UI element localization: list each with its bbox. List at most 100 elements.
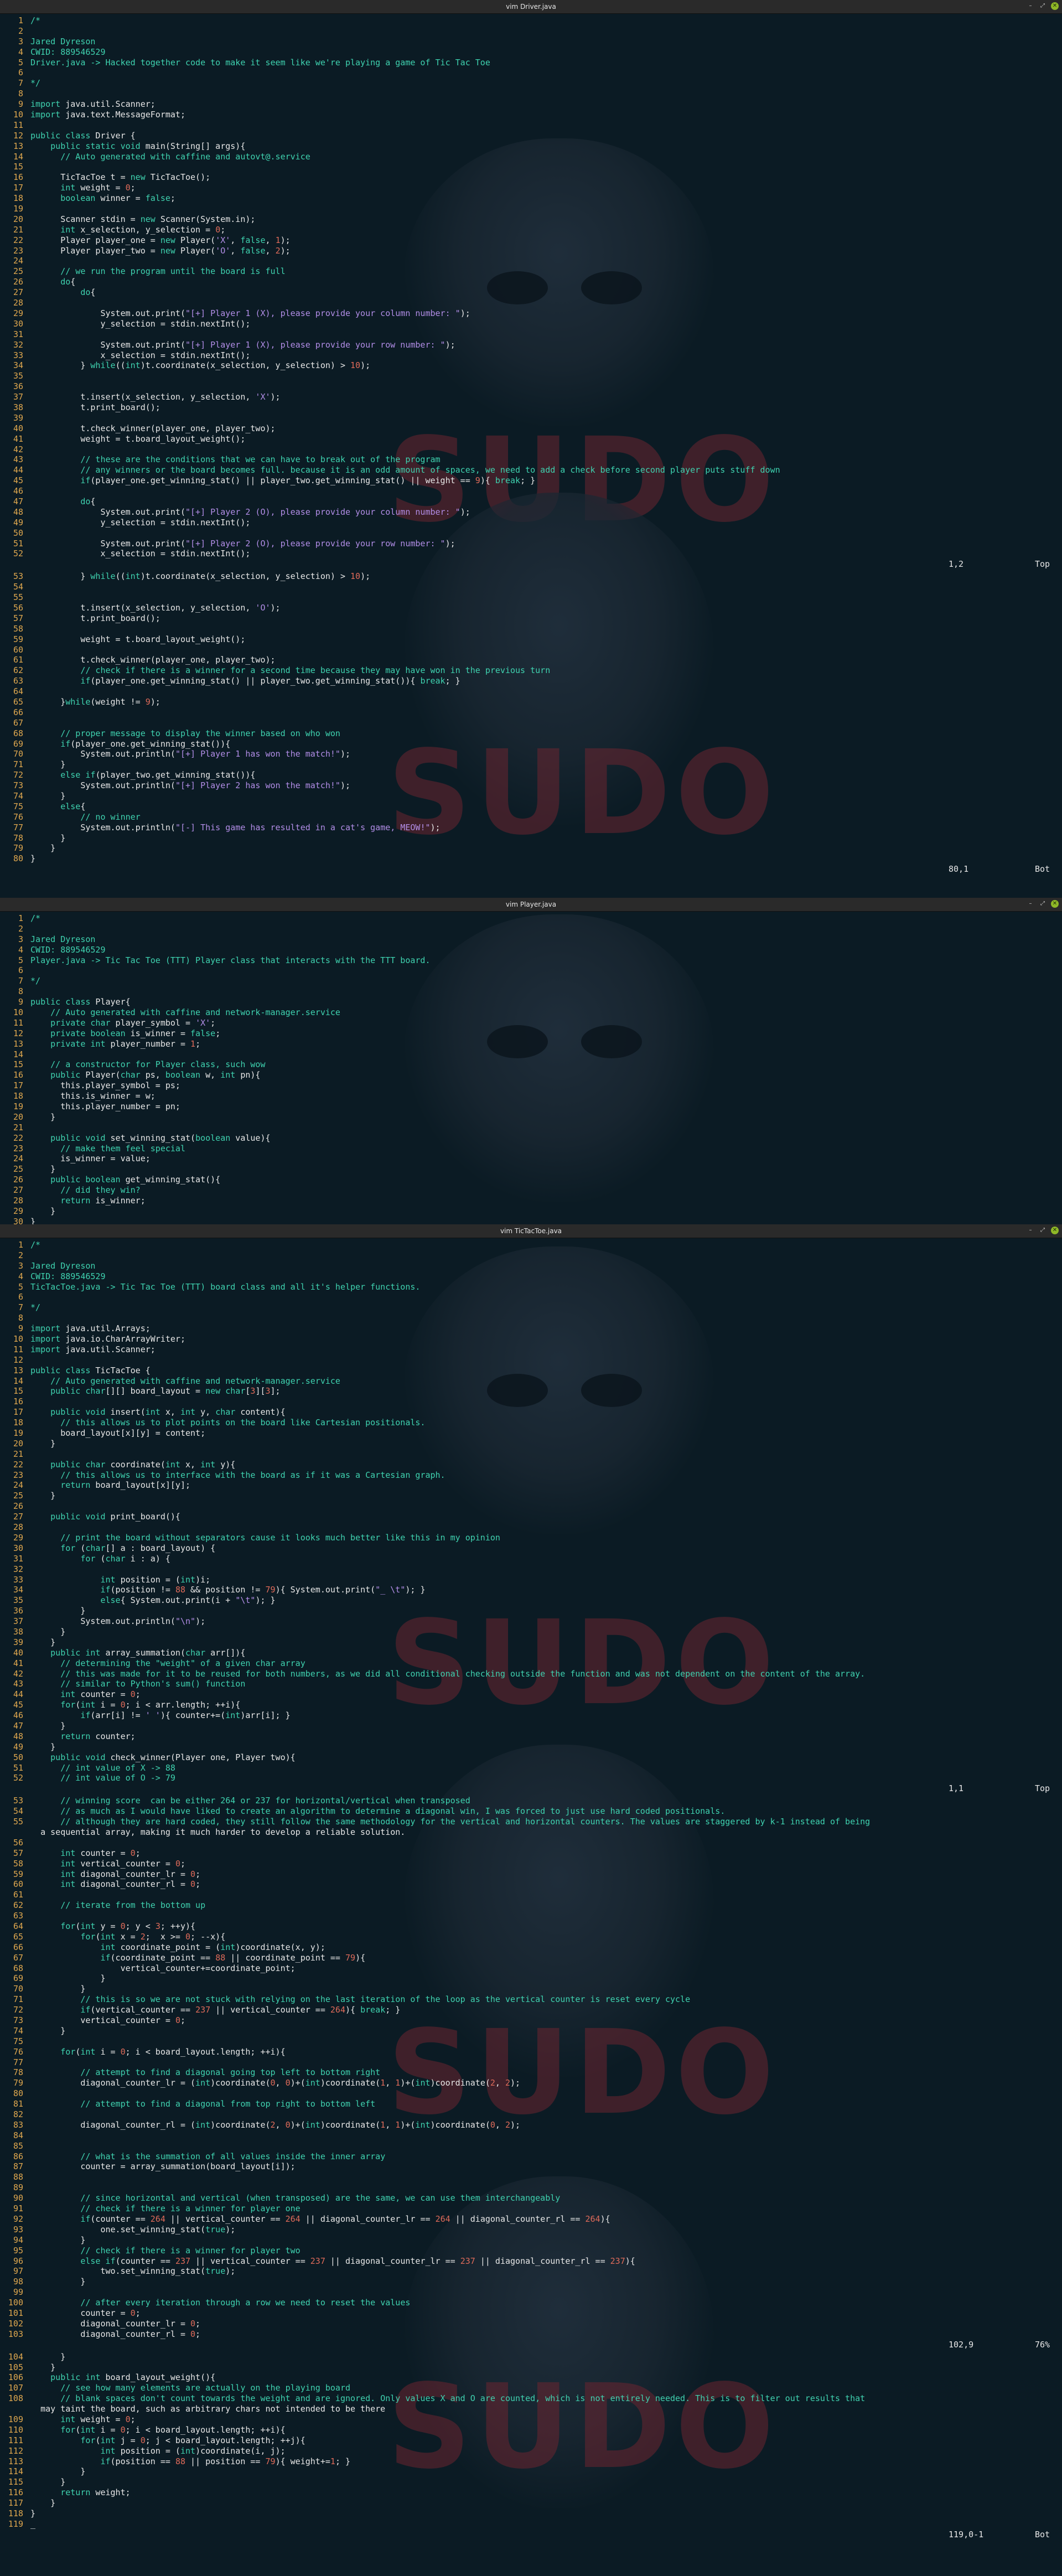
code-line[interactable]: 89 (0, 2182, 1062, 2193)
code-line[interactable]: 42 // this was made for it to be reused … (0, 1669, 1062, 1679)
code-line[interactable]: 55 // although they are hard coded, they… (0, 1817, 1062, 1827)
code-line[interactable]: 14 (0, 1049, 1062, 1060)
code-line[interactable]: 12 private boolean is_winner = false; (0, 1028, 1062, 1039)
code-line[interactable]: 37 t.insert(x_selection, y_selection, 'X… (0, 392, 1062, 402)
code-line[interactable]: 111 for(int j = 0; j < board_layout.leng… (0, 2435, 1062, 2446)
code-line[interactable]: 8 (0, 1313, 1062, 1323)
code-line[interactable]: 27 // did they win? (0, 1185, 1062, 1196)
code-line[interactable]: 36 (0, 381, 1062, 392)
code-line[interactable]: 20 } (0, 1439, 1062, 1449)
code-line[interactable]: 27 public void print_board(){ (0, 1512, 1062, 1522)
minimize-icon[interactable]: – (1027, 900, 1034, 908)
code-line[interactable]: 26 do{ (0, 277, 1062, 287)
code-line[interactable]: 50 public void check_winner(Player one, … (0, 1752, 1062, 1763)
code-line[interactable]: 70 System.out.println("[+] Player 1 has … (0, 749, 1062, 759)
code-line[interactable]: 30 y_selection = stdin.nextInt(); (0, 319, 1062, 329)
code-line[interactable]: 66 (0, 707, 1062, 718)
code-line[interactable]: 13 public class TicTacToe { (0, 1365, 1062, 1376)
code-line[interactable]: 25 } (0, 1164, 1062, 1175)
code-line[interactable]: 19 this.player_number = pn; (0, 1101, 1062, 1112)
minimize-icon[interactable]: – (1027, 1227, 1034, 1234)
code-line[interactable]: 54 // as much as I would have liked to c… (0, 1806, 1062, 1817)
code-line[interactable]: 99 (0, 2287, 1062, 2298)
code-line[interactable]: 14 // Auto generated with caffine and au… (0, 152, 1062, 162)
code-line[interactable]: 1 /* (0, 913, 1062, 924)
code-line[interactable]: 88 (0, 2172, 1062, 2182)
code-line[interactable]: 8 (0, 986, 1062, 997)
code-line[interactable]: 91 // check if there is a winner for pla… (0, 2203, 1062, 2214)
code-line[interactable]: 12 public class Driver { (0, 131, 1062, 141)
code-line[interactable]: 18 // this allows us to plot points on t… (0, 1418, 1062, 1428)
code-line[interactable]: 106 public int board_layout_weight(){ (0, 2372, 1062, 2383)
code-line[interactable]: 53 } while((int)t.coordinate(x_selection… (0, 571, 1062, 582)
code-line[interactable]: 27 do{ (0, 287, 1062, 298)
code-line[interactable]: 62 // check if there is a winner for a s… (0, 665, 1062, 676)
code-line[interactable]: 19 board_layout[x][y] = content; (0, 1428, 1062, 1439)
editor-pane[interactable]: 53 } while((int)t.coordinate(x_selection… (0, 570, 1062, 864)
code-line[interactable]: 49 y_selection = stdin.nextInt(); (0, 518, 1062, 528)
code-line[interactable]: 2 (0, 26, 1062, 37)
code-line[interactable]: 48 System.out.print("[+] Player 2 (O), p… (0, 507, 1062, 518)
code-line[interactable]: 116 return weight; (0, 2487, 1062, 2498)
code-line[interactable]: 3 Jared Dyreson (0, 37, 1062, 47)
code-line[interactable]: 44 // any winners or the board becomes f… (0, 465, 1062, 475)
code-line[interactable]: 58 int vertical_counter = 0; (0, 1859, 1062, 1869)
code-line[interactable]: 22 Player player_one = new Player('X', f… (0, 235, 1062, 246)
code-line[interactable]: 55 (0, 592, 1062, 603)
code-line[interactable]: 44 int counter = 0; (0, 1689, 1062, 1700)
code-line[interactable]: 82 (0, 2109, 1062, 2120)
code-line[interactable]: 41 // determining the "weight" of a give… (0, 1658, 1062, 1669)
code-line[interactable]: 26 (0, 1501, 1062, 1512)
code-line[interactable]: 66 int coordinate_point = (int)coordinat… (0, 1942, 1062, 1953)
code-line[interactable]: 7 */ (0, 78, 1062, 89)
code-line[interactable]: 4 CWID: 889546529 (0, 945, 1062, 955)
code-line[interactable]: 62 // iterate from the bottom up (0, 1900, 1062, 1911)
code-line[interactable]: 24 (0, 256, 1062, 266)
code-line[interactable]: 53 // winning score can be either 264 or… (0, 1796, 1062, 1806)
code-line[interactable]: 105 } (0, 2362, 1062, 2373)
code-line[interactable]: 71 } (0, 759, 1062, 770)
code-line[interactable]: 80 (0, 2088, 1062, 2099)
code-line[interactable]: 40 public int array_summation(char arr[]… (0, 1648, 1062, 1658)
code-line[interactable]: 4 CWID: 889546529 (0, 47, 1062, 58)
code-line[interactable]: 9 public class Player{ (0, 997, 1062, 1007)
code-line[interactable]: 11 import java.util.Scanner; (0, 1344, 1062, 1355)
code-line[interactable]: 22 public void set_winning_stat(boolean … (0, 1133, 1062, 1144)
code-line[interactable]: 18 this.is_winner = w; (0, 1091, 1062, 1101)
code-line[interactable]: 35 (0, 371, 1062, 381)
code-line[interactable]: 107 // see how many elements are actuall… (0, 2383, 1062, 2393)
code-line[interactable]: 102 diagonal_counter_lr = 0; (0, 2319, 1062, 2329)
code-line[interactable]: 90 // since horizontal and vertical (whe… (0, 2193, 1062, 2203)
maximize-icon[interactable]: ⤢ (1039, 900, 1047, 908)
code-line[interactable]: 13 public static void main(String[] args… (0, 141, 1062, 152)
code-line[interactable]: 110 for(int i = 0; i < board_layout.leng… (0, 2425, 1062, 2435)
code-line[interactable]: 73 vertical_counter = 0; (0, 2015, 1062, 2026)
code-line[interactable]: 38 t.print_board(); (0, 402, 1062, 413)
code-line[interactable]: 29 } (0, 1206, 1062, 1217)
code-line[interactable]: 2 (0, 1250, 1062, 1261)
code-line[interactable]: 45 if(player_one.get_winning_stat() || p… (0, 475, 1062, 486)
code-line[interactable]: 10 import java.text.MessageFormat; (0, 110, 1062, 120)
code-line[interactable]: 39 (0, 413, 1062, 423)
code-line[interactable]: 67 (0, 718, 1062, 728)
code-line[interactable]: 18 boolean winner = false; (0, 193, 1062, 204)
code-line[interactable]: 74 } (0, 2026, 1062, 2036)
code-line[interactable]: 35 else{ System.out.print(i + "\t"); } (0, 1595, 1062, 1606)
code-line[interactable]: 7 */ (0, 976, 1062, 986)
code-line[interactable]: 12 (0, 1355, 1062, 1365)
code-line[interactable]: 9 import java.util.Arrays; (0, 1323, 1062, 1334)
code-line[interactable]: 49 } (0, 1742, 1062, 1752)
code-line[interactable]: 92 if(counter == 264 || vertical_counter… (0, 2214, 1062, 2225)
code-line[interactable]: 34 if(position != 88 && position != 79){… (0, 1585, 1062, 1595)
code-line[interactable]: 20 } (0, 1112, 1062, 1123)
code-line[interactable]: 9 import java.util.Scanner; (0, 99, 1062, 110)
code-line[interactable]: 22 public char coordinate(int x, int y){ (0, 1460, 1062, 1470)
code-line[interactable]: 63 (0, 1911, 1062, 1921)
code-line[interactable]: 69 if(player_one.get_winning_stat()){ (0, 739, 1062, 749)
code-line[interactable]: 29 // print the board without separators… (0, 1533, 1062, 1543)
code-line[interactable]: 3 Jared Dyreson (0, 1261, 1062, 1271)
code-line[interactable]: 118 } (0, 2508, 1062, 2519)
code-line[interactable]: 68 vertical_counter+=coordinate_point; (0, 1963, 1062, 1974)
code-line[interactable]: 30 } (0, 1217, 1062, 1224)
code-line[interactable]: 1 /* (0, 1240, 1062, 1250)
